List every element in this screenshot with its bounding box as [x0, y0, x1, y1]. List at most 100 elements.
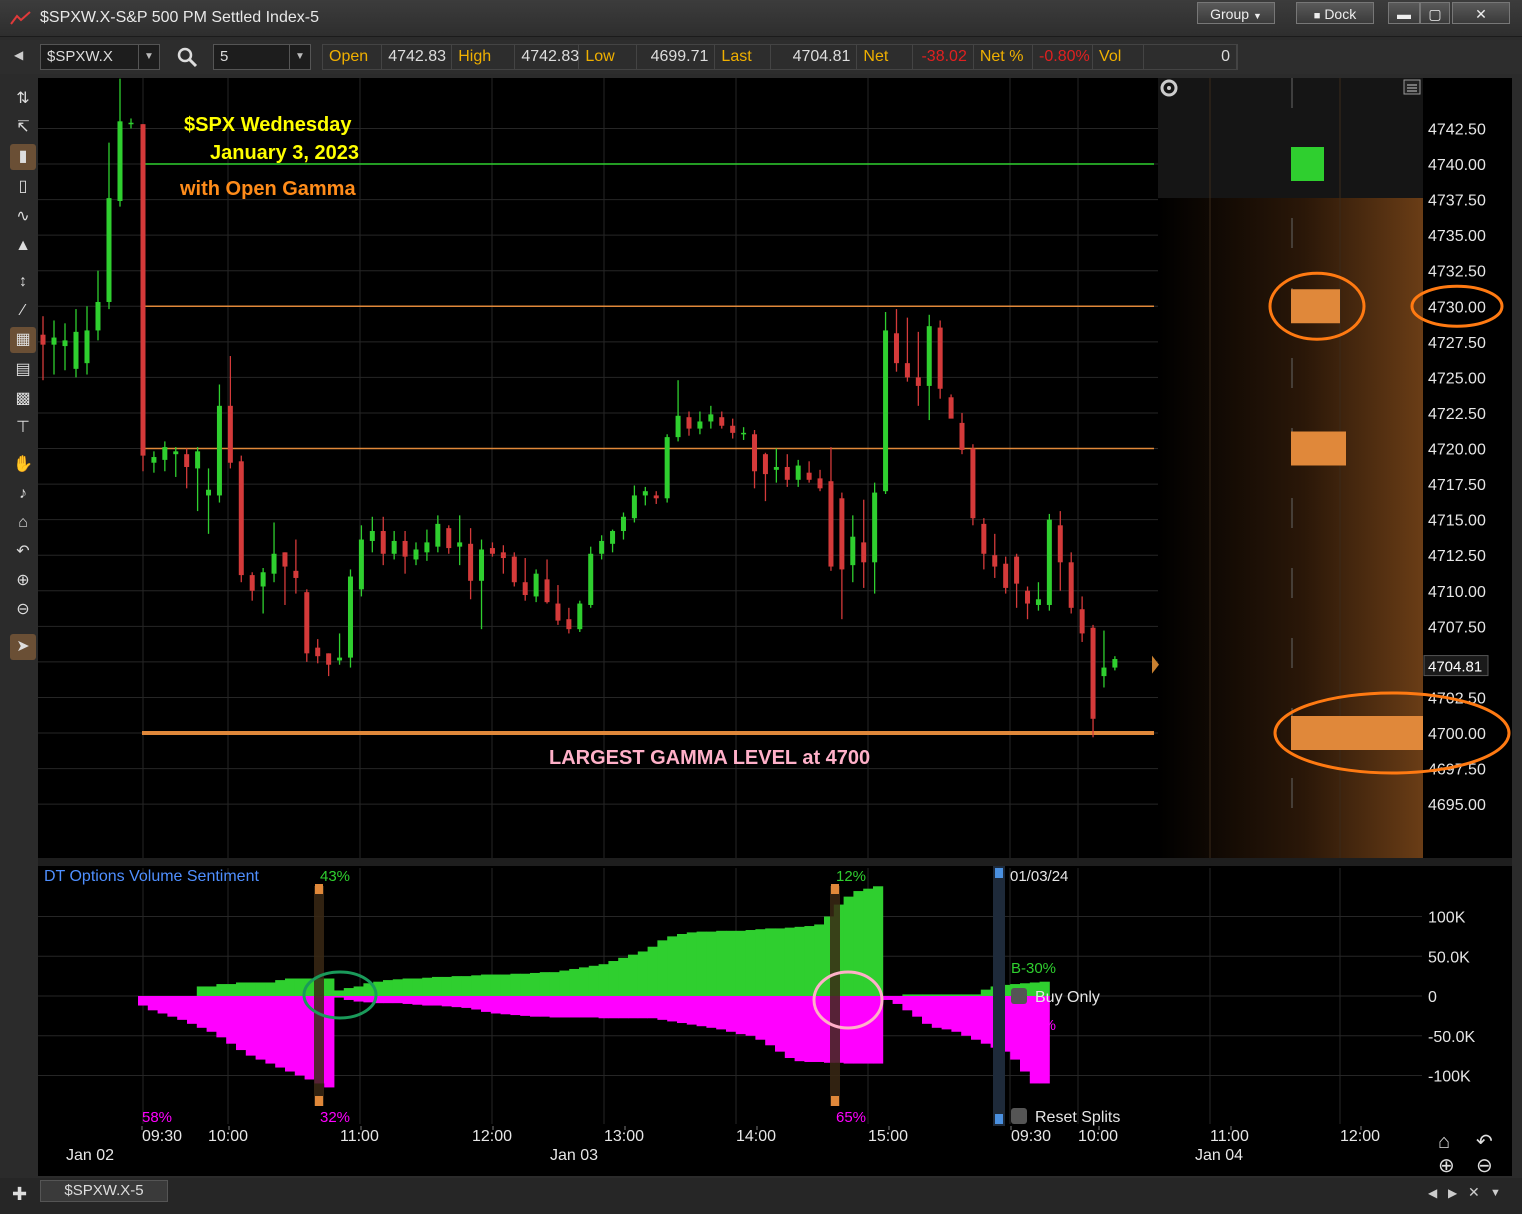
sentiment-title: DT Options Volume Sentiment — [44, 868, 259, 885]
zoom-out-icon[interactable]: ⊖ — [1476, 1155, 1493, 1176]
table-icon[interactable]: ▤ — [10, 357, 36, 383]
app-logo-icon — [10, 11, 31, 25]
sell-volume-bar — [706, 996, 717, 1028]
candle-body — [227, 405, 233, 463]
chart-tab[interactable]: $SPXW.X-5 — [40, 1180, 168, 1202]
buy-volume-bar — [500, 974, 511, 996]
tab-menu-icon[interactable]: ▼ — [1490, 1187, 1501, 1199]
dock-button[interactable]: ■ Dock — [1296, 2, 1374, 24]
candle-body — [599, 540, 605, 554]
collapse-left-icon[interactable]: ◀ — [14, 48, 23, 62]
group-dropdown[interactable]: Group ▼ — [1197, 2, 1275, 24]
sentiment-tick-label: 100K — [1428, 910, 1466, 927]
candle-body — [479, 549, 485, 581]
note-icon[interactable]: ♪ — [10, 481, 36, 507]
undo-icon[interactable]: ↶ — [10, 539, 36, 565]
close-button[interactable]: ✕ — [1452, 2, 1510, 24]
price-tick-label: 4730.00 — [1428, 299, 1486, 316]
quote-label-3: Last — [715, 45, 771, 69]
buy-volume-bar — [843, 896, 854, 996]
price-tick-label: 4720.00 — [1428, 442, 1486, 459]
candle-body — [850, 536, 856, 566]
time-tick-label: 10:00 — [1078, 1128, 1118, 1145]
split-marker-band[interactable] — [830, 886, 840, 1106]
chart-area[interactable]: 4742.50 4740.00 4737.50 4735.00 4732.50 4730.… — [38, 78, 1512, 1176]
price-tick-label: 4710.00 — [1428, 584, 1486, 601]
gamma-profile-gradient — [1158, 198, 1423, 858]
split-marker-handle[interactable] — [831, 884, 839, 894]
reset-splits-button[interactable]: Reset Splits — [1035, 1109, 1120, 1126]
buy-volume-bar — [245, 982, 256, 996]
split-marker-handle[interactable] — [315, 884, 323, 894]
tab-prev-icon[interactable]: ◀ — [1428, 1186, 1437, 1200]
area-chart-icon[interactable]: ▲ — [10, 233, 36, 259]
hollow-candle-icon[interactable]: ▯ — [10, 174, 36, 200]
buy-volume-bar — [520, 973, 531, 996]
menu-icon[interactable] — [1403, 79, 1421, 95]
gear-icon[interactable] — [1011, 988, 1027, 1004]
session-divider-handle[interactable] — [995, 868, 1003, 878]
split-marker-handle[interactable] — [315, 1096, 323, 1106]
zoom-in-icon[interactable]: ⊕ — [1438, 1155, 1455, 1176]
candlestick-icon[interactable]: ▮ — [10, 144, 36, 170]
candle-body — [62, 340, 68, 347]
undo-icon[interactable]: ↶ — [1476, 1131, 1493, 1153]
chevron-down-icon[interactable]: ▼ — [289, 45, 310, 69]
buy-volume-bar — [677, 933, 688, 996]
candle-body — [708, 414, 714, 422]
minimize-button[interactable]: ▬ — [1388, 2, 1420, 24]
pointer-icon[interactable]: ➤ — [10, 634, 36, 660]
sell-volume-bar — [285, 996, 296, 1072]
search-icon[interactable] — [176, 46, 198, 72]
chevron-down-icon[interactable]: ▼ — [138, 45, 159, 69]
crosshair-icon[interactable]: ⇅ — [10, 86, 36, 112]
time-tick-label: 11:00 — [340, 1128, 379, 1145]
interval-input[interactable]: 5 ▼ — [213, 44, 311, 70]
grid-icon[interactable]: ▦ — [10, 327, 36, 353]
symbol-input[interactable]: $SPXW.X ▼ — [40, 44, 160, 70]
tab-next-icon[interactable]: ▶ — [1448, 1186, 1457, 1200]
small-grid-icon[interactable]: ▩ — [10, 386, 36, 412]
sell-volume-bar — [236, 996, 247, 1051]
home-icon[interactable]: ⌂ — [1438, 1131, 1450, 1153]
buy-volume-bar — [490, 974, 501, 996]
quote-bar: Open 4742.83 High 4742.83 Low 4699.71 Last 4704… — [322, 44, 1238, 70]
line-chart-icon[interactable]: ∿ — [10, 204, 36, 230]
trendline-icon[interactable]: ∕ — [10, 298, 36, 324]
sell-volume-bar — [138, 996, 149, 1006]
sell-volume-bar — [441, 996, 452, 1007]
zoom-out-icon[interactable]: ⊖ — [10, 597, 36, 623]
buy-only-label[interactable]: Buy Only — [1035, 989, 1100, 1006]
buy-volume-bar — [392, 979, 403, 996]
session-divider-handle[interactable] — [995, 1114, 1003, 1124]
pan-icon[interactable]: ✋ — [10, 452, 36, 478]
buy-legend-label: B-30% — [1011, 960, 1056, 977]
bar-style-icon[interactable]: ↸ — [10, 115, 36, 141]
sell-volume-bar — [618, 996, 629, 1019]
chart-canvas[interactable]: 4742.50 4740.00 4737.50 4735.00 4732.50 4730.… — [38, 78, 1512, 1176]
quote-label-5: Net % — [974, 45, 1034, 69]
price-tick-label: 4722.50 — [1428, 406, 1486, 423]
reset-icon[interactable] — [1011, 1108, 1027, 1124]
sell-volume-bar — [931, 996, 942, 1028]
maximize-button[interactable]: ▢ — [1420, 2, 1450, 24]
vertical-scale-icon[interactable]: ↕ — [10, 269, 36, 295]
split-marker-band[interactable] — [314, 886, 324, 1106]
candle-body — [981, 523, 987, 554]
candle-body — [140, 124, 146, 456]
horizontal-line-icon[interactable]: ⊤ — [10, 415, 36, 441]
tab-close-icon[interactable]: ✕ — [1468, 1184, 1480, 1201]
sell-volume-bar — [412, 996, 423, 1005]
candle-body — [915, 377, 921, 386]
sell-volume-bar — [628, 996, 639, 1019]
sell-volume-bar — [481, 996, 492, 1012]
zoom-in-icon[interactable]: ⊕ — [10, 568, 36, 594]
candle-body — [271, 553, 277, 574]
add-tab-icon[interactable]: ✚ — [12, 1184, 27, 1205]
maximize-icon: ▢ — [1428, 6, 1442, 22]
home-icon[interactable]: ⌂ — [10, 510, 36, 536]
split-marker-handle[interactable] — [831, 1096, 839, 1106]
pane-separator[interactable] — [38, 858, 1512, 866]
candle-body — [1068, 562, 1074, 608]
candle-body — [293, 570, 299, 578]
